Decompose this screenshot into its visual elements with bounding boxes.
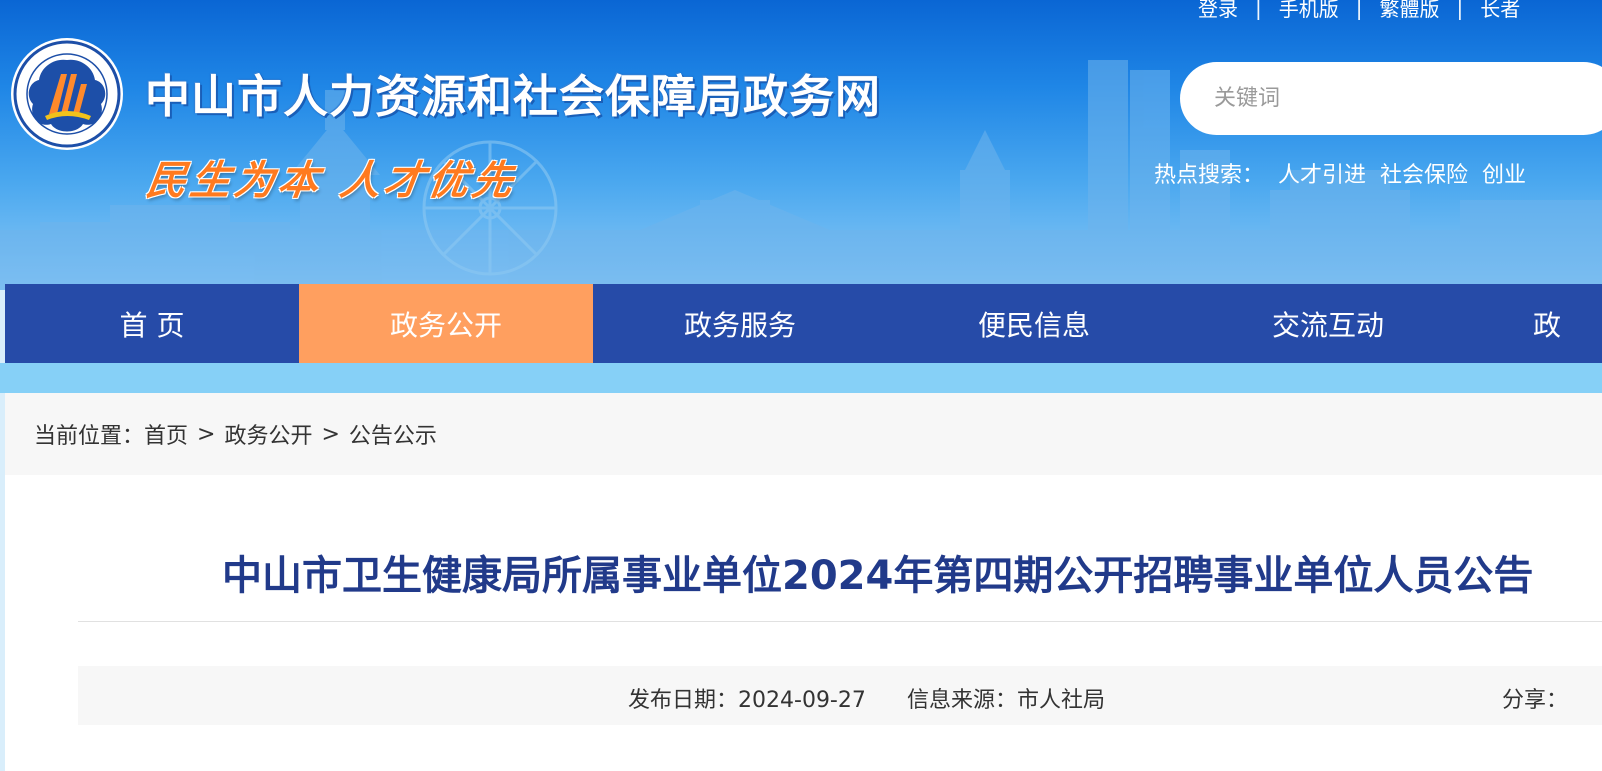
- traditional-chinese-link[interactable]: 繁體版: [1380, 0, 1440, 22]
- breadcrumb-gov-affairs-link[interactable]: 政务公开: [224, 418, 312, 450]
- search-input[interactable]: [1214, 86, 1574, 111]
- site-slogan: 民生为本 人才优先: [143, 157, 520, 204]
- info-source-value: 市人社局: [1017, 688, 1106, 713]
- breadcrumb-label: 当前位置：: [34, 424, 145, 449]
- main-nav: 首 页 政务公开 政务服务 便民信息 交流互动 政: [5, 284, 1602, 363]
- elderly-version-link[interactable]: 长者: [1480, 0, 1520, 22]
- breadcrumb-announcements-link[interactable]: 公告公示: [349, 418, 437, 450]
- nav-item-home[interactable]: 首 页: [5, 284, 299, 363]
- login-link[interactable]: 登录: [1198, 0, 1238, 22]
- breadcrumb: 当前位置： 首页 > 政务公开 > 公告公示: [5, 393, 1602, 475]
- top-links: 登录 | 手机版 | 繁體版 | 长者: [1198, 0, 1520, 22]
- hot-search-label: 热点搜索：: [1154, 163, 1265, 188]
- hot-search-keyword[interactable]: 人才引进: [1278, 157, 1366, 189]
- hot-search-keyword[interactable]: 社会保险: [1380, 157, 1468, 189]
- breadcrumb-home-link[interactable]: 首页: [144, 418, 188, 450]
- hot-search: 热点搜索： 人才引进 社会保险 创业: [1154, 157, 1540, 189]
- main-content: 当前位置： 首页 > 政务公开 > 公告公示 中山市卫生健康局所属事业单位202…: [5, 393, 1602, 771]
- publish-date: 发布日期：2024-09-27: [628, 682, 866, 714]
- nav-item-public-info[interactable]: 便民信息: [887, 284, 1181, 363]
- hot-search-keyword[interactable]: 创业: [1482, 157, 1526, 189]
- mobile-version-link[interactable]: 手机版: [1279, 0, 1339, 22]
- breadcrumb-separator: >: [321, 421, 340, 447]
- hrss-emblem-icon[interactable]: [9, 36, 125, 152]
- city-skyline-background: [0, 60, 1602, 290]
- article-title: 中山市卫生健康局所属事业单位2024年第四期公开招聘事业单位人员公告: [222, 553, 1534, 599]
- search-box[interactable]: [1180, 62, 1602, 135]
- share-label: 分享：: [1502, 688, 1569, 713]
- nav-item-interaction[interactable]: 交流互动: [1181, 284, 1475, 363]
- info-source-label: 信息来源：: [907, 688, 1018, 713]
- top-link-separator: |: [1355, 0, 1363, 20]
- info-source: 信息来源：市人社局: [907, 682, 1105, 714]
- title-divider: [78, 621, 1602, 622]
- site-header: 登录 | 手机版 | 繁體版 | 长者 中山市人力资源和社会保障局政务网 民生为…: [0, 0, 1602, 290]
- breadcrumb-separator: >: [197, 421, 216, 447]
- nav-item-more[interactable]: 政: [1475, 284, 1595, 363]
- top-link-separator: |: [1456, 0, 1464, 20]
- publish-date-value: 2024-09-27: [738, 688, 866, 713]
- site-title: 中山市人力资源和社会保障局政务网: [145, 70, 882, 123]
- nav-bottom-band: [0, 363, 1602, 393]
- top-link-separator: |: [1255, 0, 1262, 20]
- article-meta: 发布日期：2024-09-27 信息来源：市人社局 分享：: [78, 666, 1602, 725]
- publish-date-label: 发布日期：: [628, 688, 739, 713]
- nav-item-gov-services[interactable]: 政务服务: [593, 284, 887, 363]
- nav-item-gov-affairs-open[interactable]: 政务公开: [299, 284, 593, 363]
